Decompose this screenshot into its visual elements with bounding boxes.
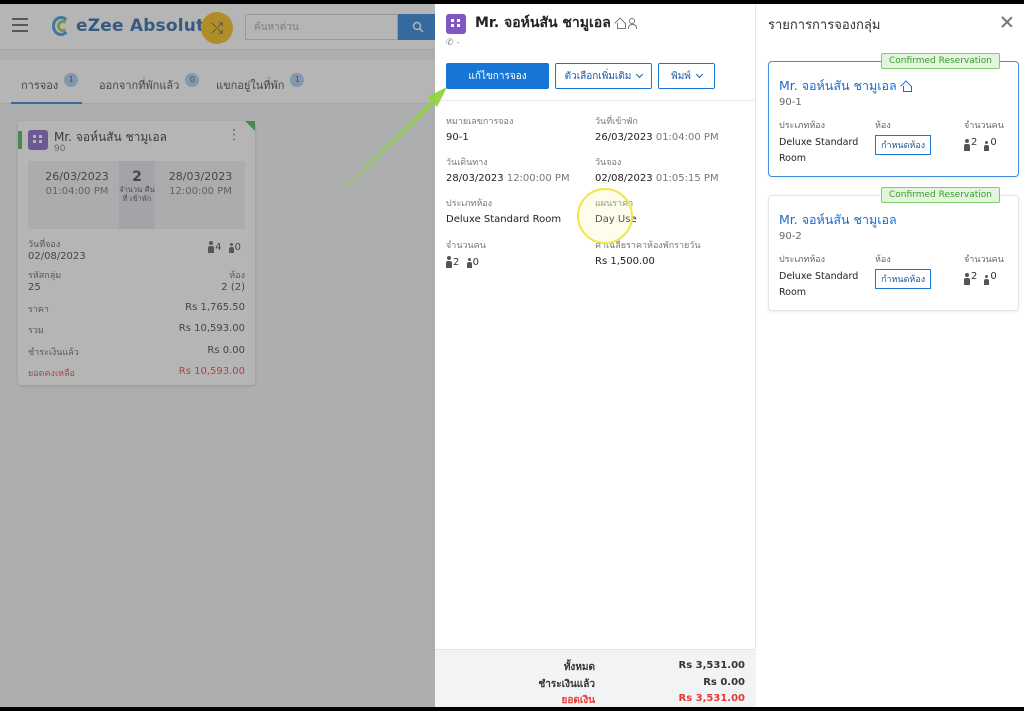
app-screen: eZee Absolute ⤮ ค้นหาด่วน การจอง 1 ออกจาก… bbox=[0, 4, 1024, 707]
annotation-arrow-icon bbox=[343, 87, 447, 190]
